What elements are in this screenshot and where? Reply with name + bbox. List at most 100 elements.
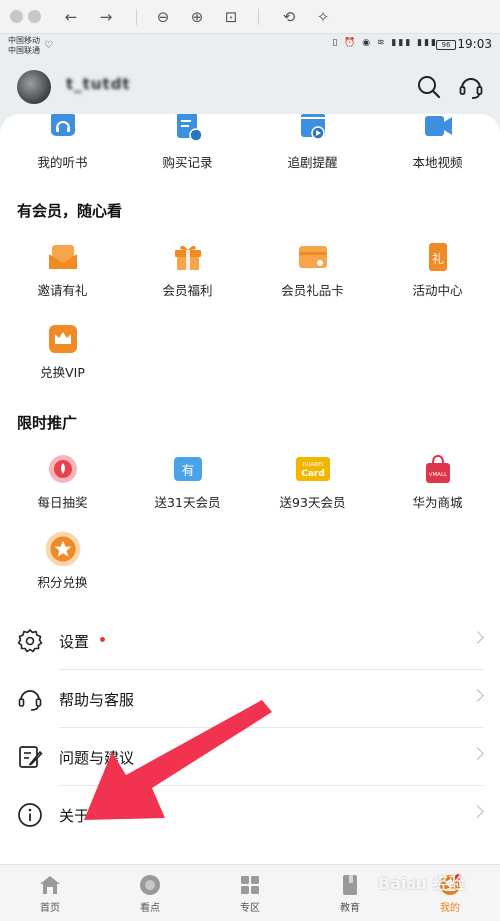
search-icon[interactable] [416,74,442,100]
redeem-vip-label: 兑换VIP [40,365,85,380]
activity-center-entry[interactable]: 礼 活动中心 [375,242,500,299]
nav-zone[interactable]: 专区 [200,865,300,921]
back-arrow-icon[interactable]: ← [60,6,82,28]
nav-profile-label: 我的 [440,903,460,914]
nav-home[interactable]: 首页 [0,865,100,921]
crown-icon [48,325,77,353]
settings-label: 设置 [59,633,90,651]
show-reminder-entry[interactable]: 追剧提醒 [250,114,375,171]
video-camera-icon [424,116,452,136]
forward-arrow-icon[interactable]: → [95,6,117,28]
gift-93-days-label: 送93天会员 [279,495,346,510]
invite-envelope-icon [48,245,77,269]
receipt-icon [176,114,203,142]
promo-row-1: 每日抽奖 有 送31天会员 HUAWEI Card 送93天会员 VMALL 华… [0,454,500,511]
points-exchange-entry[interactable]: 积分兑换 [0,531,125,591]
about-item[interactable]: 关于 [0,786,500,844]
window-close-icon[interactable] [10,10,23,23]
status-time: 19:03 [457,37,492,51]
daily-lottery-label: 每日抽奖 [37,495,88,510]
svg-text:有: 有 [181,464,194,479]
huawei-card-icon: HUAWEI Card [295,457,330,481]
browser-toolbar: ← → ⊖ ⊕ ⊡ ⟲ ✧ [0,0,500,34]
feedback-item[interactable]: 问题与建议 [0,728,500,786]
gift-93-days-entry[interactable]: HUAWEI Card 送93天会员 [250,454,375,511]
purchase-history-label: 购买记录 [162,155,213,170]
zoom-out-icon[interactable]: ⊖ [152,6,174,28]
status-icons: ▯ ⏰ ◉ ≋ ▮▮▮ ▮▮▮ [332,38,438,48]
window-minimize-icon[interactable] [28,10,41,23]
promo-section-title: 限时推广 [17,414,78,432]
status-bar: 中国移动 中国联通 ♡ ▯ ⏰ ◉ ≋ ▮▮▮ ▮▮▮ 96 19:03 [0,34,500,58]
invite-gift-entry[interactable]: 邀请有礼 [0,242,125,299]
nav-zone-label: 专区 [240,903,260,914]
member-benefits-entry[interactable]: 会员福利 [125,242,250,299]
promo-row-2: 积分兑换 [0,531,500,591]
daily-lottery-entry[interactable]: 每日抽奖 [0,454,125,511]
svg-text:Card: Card [301,469,325,479]
headset-icon [18,690,42,711]
chevron-right-icon [471,689,484,702]
info-icon [18,803,42,827]
feedback-edit-icon [19,746,43,768]
my-audiobooks-label: 我的听书 [37,155,88,170]
local-video-entry[interactable]: 本地视频 [375,114,500,171]
vmall-entry[interactable]: VMALL 华为商城 [375,454,500,511]
avatar[interactable] [17,70,51,104]
carrier-1: 中国移动 [8,36,40,45]
profile-header: t_tutdt [0,58,500,118]
invite-gift-label: 邀请有礼 [37,283,88,298]
help-service-item[interactable]: 帮助与客服 [0,670,500,728]
username[interactable]: t_tutdt [66,75,148,97]
gift-card-label: 会员礼品卡 [281,283,344,298]
activity-phone-icon: 礼 [428,243,447,271]
rotate-icon[interactable]: ⟲ [278,6,300,28]
gear-icon [17,629,43,653]
chevron-right-icon [471,747,484,760]
book-icon [343,875,357,895]
activity-center-label: 活动中心 [412,283,463,298]
gift-31-days-entry[interactable]: 有 送31天会员 [125,454,250,511]
home-icon [40,876,60,894]
feedback-label: 问题与建议 [59,749,135,767]
nav-discover-label: 看点 [140,903,160,914]
quick-access-row: 我的听书 购买记录 追剧提醒 本地视频 [0,114,500,171]
magic-wand-icon[interactable]: ✧ [312,6,334,28]
customer-service-icon[interactable] [458,74,484,100]
chevron-right-icon [471,805,484,818]
zoom-in-icon[interactable]: ⊕ [186,6,208,28]
grid-icon [241,876,259,894]
carrier-2: 中国联通 [8,46,40,55]
fit-screen-icon[interactable]: ⊡ [220,6,242,28]
watermark-logo: Baidu 经验 [378,874,465,893]
nav-home-label: 首页 [40,903,60,914]
gift-card-entry[interactable]: 会员礼品卡 [250,242,375,299]
vip-row-1: 邀请有礼 会员福利 会员礼品卡 礼 活动中心 [0,242,500,299]
local-video-label: 本地视频 [412,155,463,170]
redeem-vip-entry[interactable]: 兑换VIP [0,324,125,381]
star-points-icon [45,531,80,567]
settings-item[interactable]: 设置 [0,612,500,670]
vip-row-2: 兑换VIP [0,324,500,381]
headphones-icon [50,114,75,136]
discover-icon [140,875,160,895]
svg-text:VMALL: VMALL [428,472,447,478]
calendar-play-icon [300,114,325,140]
help-service-label: 帮助与客服 [59,691,135,709]
heart-icon: ♡ [44,40,53,51]
main-content-card: 我的听书 购买记录 追剧提醒 本地视频 有会员，随心看 邀请有礼 会员福利 会员… [0,114,500,864]
gift-card-icon [298,246,327,268]
gift-31-days-label: 送31天会员 [154,495,221,510]
my-audiobooks-entry[interactable]: 我的听书 [0,114,125,171]
nav-discover[interactable]: 看点 [100,865,200,921]
carrier-info: 中国移动 中国联通 [8,36,40,56]
points-exchange-label: 积分兑换 [37,575,88,590]
lottery-icon [48,455,77,483]
purchase-history-entry[interactable]: 购买记录 [125,114,250,171]
about-label: 关于 [59,807,90,825]
battery-icon: 96 [436,40,456,50]
coupon-icon: 有 [173,457,202,481]
gift-box-icon [174,245,201,270]
svg-text:HUAWEI: HUAWEI [302,462,322,468]
vmall-bag-icon: VMALL [425,454,450,483]
